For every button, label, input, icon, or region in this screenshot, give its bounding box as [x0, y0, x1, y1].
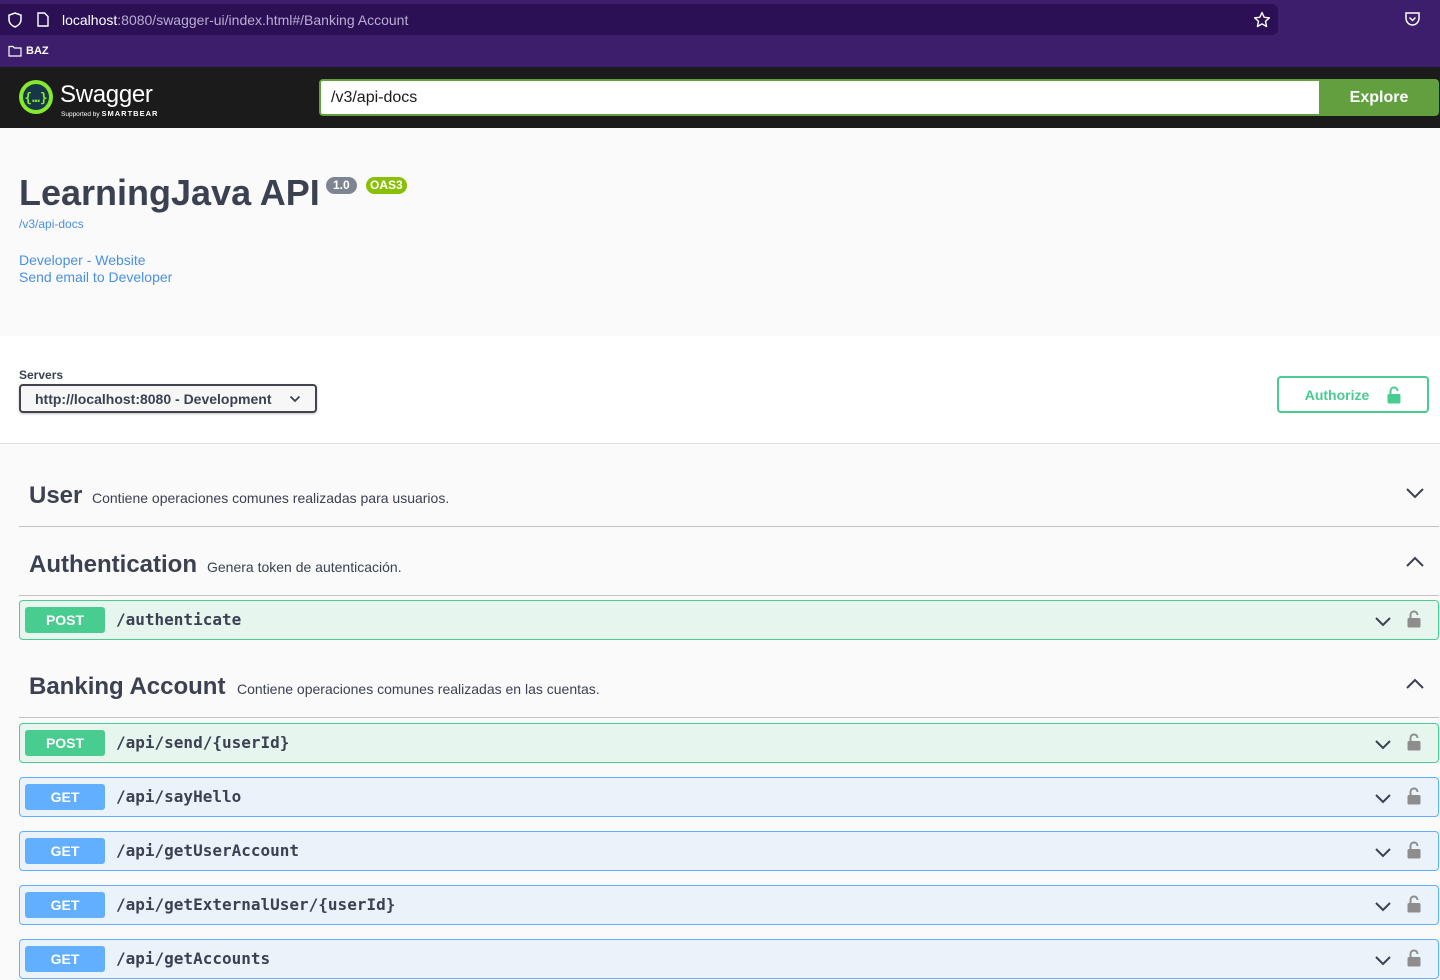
spec-url-input[interactable]	[319, 79, 1319, 116]
api-title: LearningJava API	[19, 172, 320, 213]
developer-website-link[interactable]: Developer - Website	[19, 252, 146, 268]
operation-get-useraccount[interactable]: GET /api/getUserAccount	[19, 831, 1439, 871]
method-badge: POST	[25, 607, 105, 633]
shield-icon[interactable]	[8, 12, 22, 28]
supported-by-text: Supported by	[61, 111, 100, 118]
unlock-icon[interactable]	[1407, 895, 1421, 913]
method-badge: GET	[25, 784, 105, 810]
svg-text:{…}: {…}	[24, 91, 47, 106]
bookmark-baz[interactable]: BAZ	[8, 45, 49, 57]
tag-description: Genera token de autenticación.	[207, 559, 402, 575]
operation-get-accounts[interactable]: GET /api/getAccounts	[19, 939, 1439, 979]
address-bar[interactable]: localhost:8080/swagger-ui/index.html#/Ba…	[0, 4, 1278, 35]
tag-name: Authentication	[29, 551, 197, 578]
chevron-down-icon[interactable]	[1405, 487, 1425, 499]
operation-path: /api/sayHello	[116, 787, 242, 806]
unlock-icon	[1387, 385, 1401, 403]
chevron-down-icon[interactable]	[1374, 955, 1392, 966]
chevron-down-icon	[289, 395, 301, 402]
operation-path: /api/send/{userId}	[116, 733, 290, 752]
operation-get-sayhello[interactable]: GET /api/sayHello	[19, 777, 1439, 817]
swagger-logo-icon[interactable]: {…}	[18, 79, 54, 115]
unlock-icon[interactable]	[1407, 787, 1421, 805]
unlock-icon[interactable]	[1407, 610, 1421, 628]
url-host: localhost	[62, 12, 118, 28]
operation-get-externaluser[interactable]: GET /api/getExternalUser/{userId}	[19, 885, 1439, 925]
server-selected-value: http://localhost:8080 - Development	[35, 390, 272, 407]
tag-description: Contiene operaciones comunes realizadas …	[92, 490, 450, 506]
browser-toolbar: localhost:8080/swagger-ui/index.html#/Ba…	[0, 0, 1440, 67]
bookmark-label: BAZ	[26, 45, 49, 57]
unlock-icon[interactable]	[1407, 733, 1421, 751]
tag-name: User	[29, 482, 83, 509]
explore-button[interactable]: Explore	[1319, 79, 1439, 116]
chevron-up-icon[interactable]	[1405, 556, 1425, 568]
oas-badge: OAS3	[366, 177, 407, 194]
email-developer-link[interactable]: Send email to Developer	[19, 269, 172, 285]
servers-label: Servers	[19, 368, 64, 382]
server-select[interactable]: http://localhost:8080 - Development	[19, 384, 317, 413]
swagger-brand: Swagger	[60, 81, 153, 108]
authorize-label: Authorize	[1304, 386, 1370, 403]
tag-banking-account[interactable]: Banking Account Contiene operaciones com…	[19, 648, 1439, 718]
tag-authentication[interactable]: Authentication Genera token de autentica…	[19, 526, 1439, 596]
version-badge: 1.0	[326, 177, 357, 194]
operation-path: /api/getUserAccount	[116, 841, 300, 860]
chevron-down-icon[interactable]	[1374, 739, 1392, 750]
swagger-topbar: {…} Swagger Supported by SMARTBEAR Explo…	[0, 67, 1440, 128]
operation-path: /api/getExternalUser/{userId}	[116, 895, 396, 914]
chevron-up-icon[interactable]	[1405, 678, 1425, 690]
method-badge: GET	[25, 946, 105, 972]
api-info: LearningJava API 1.0 OAS3 /v3/api-docs D…	[0, 128, 1440, 336]
operation-post-authenticate[interactable]: POST /authenticate	[19, 600, 1439, 640]
unlock-icon[interactable]	[1407, 841, 1421, 859]
url-text[interactable]: localhost:8080/swagger-ui/index.html#/Ba…	[62, 12, 408, 28]
authorize-button[interactable]: Authorize	[1277, 376, 1429, 413]
operation-path: /api/getAccounts	[116, 949, 271, 968]
unlock-icon[interactable]	[1407, 949, 1421, 967]
method-badge: GET	[25, 838, 105, 864]
chevron-down-icon[interactable]	[1374, 793, 1392, 804]
url-path: :8080/swagger-ui/index.html#/Banking Acc…	[117, 12, 409, 28]
pocket-icon[interactable]	[1404, 11, 1421, 27]
chevron-down-icon[interactable]	[1374, 847, 1392, 858]
bookmark-star-icon[interactable]	[1253, 11, 1271, 29]
smartbear-tagline: Supported by SMARTBEAR	[61, 109, 158, 118]
scheme-container: Servers http://localhost:8080 - Developm…	[0, 336, 1440, 444]
operation-path: /authenticate	[116, 610, 242, 629]
tag-description: Contiene operaciones comunes realizadas …	[237, 681, 600, 697]
tag-user[interactable]: User Contiene operaciones comunes realiz…	[19, 457, 1439, 527]
folder-icon	[8, 45, 22, 57]
tag-name: Banking Account	[29, 673, 226, 700]
chevron-down-icon[interactable]	[1374, 901, 1392, 912]
method-badge: GET	[25, 892, 105, 918]
spec-url-link[interactable]: /v3/api-docs	[19, 217, 84, 231]
chevron-down-icon[interactable]	[1374, 616, 1392, 627]
operation-post-send[interactable]: POST /api/send/{userId}	[19, 723, 1439, 763]
page-icon	[37, 12, 49, 27]
smartbear-text: SMARTBEAR	[101, 109, 159, 118]
method-badge: POST	[25, 730, 105, 756]
